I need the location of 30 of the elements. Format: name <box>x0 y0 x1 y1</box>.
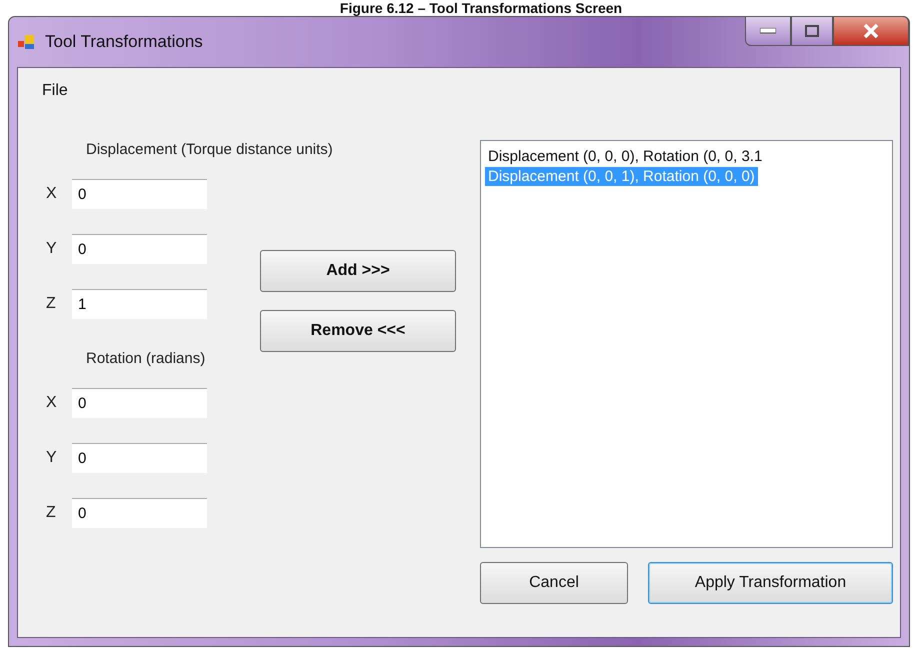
field-label: Z <box>46 294 57 313</box>
add-button[interactable]: Add >>> <box>260 250 456 292</box>
input-field[interactable]: 0 <box>72 178 207 209</box>
transformation-list[interactable]: Displacement (0, 0, 0), Rotation (0, 0, 3.1 Displacement (0, 0, 1), Rotation (0, 0, 0) <box>480 140 893 548</box>
menu-item[interactable]: File <box>36 80 74 102</box>
close-icon <box>862 23 880 39</box>
remove-button[interactable]: Remove <<< <box>260 310 456 352</box>
input-field[interactable]: 0 <box>72 443 207 473</box>
maximize-button[interactable] <box>791 16 833 46</box>
list-item[interactable]: Displacement (0, 0, 0), Rotation (0, 0, 3.1 <box>485 147 766 166</box>
section-heading: Rotation (radians) <box>86 349 206 370</box>
input-field[interactable]: 0 <box>72 498 207 528</box>
app-icon <box>17 33 35 51</box>
minimize-button[interactable] <box>745 16 791 46</box>
field-label: X <box>46 394 58 412</box>
minimize-icon <box>760 28 776 34</box>
input-field[interactable]: 0 <box>72 234 207 264</box>
window-title: Tool Transformations <box>45 32 203 52</box>
close-button[interactable] <box>833 16 909 46</box>
field-label: X <box>46 184 58 203</box>
figure-caption: Figure 6.12 – Tool Transformations Screen <box>338 0 624 16</box>
field-label: Y <box>46 240 58 258</box>
section-heading: Displacement (Torque distance units) <box>86 140 333 160</box>
field-label: Z <box>46 504 57 522</box>
input-field[interactable]: 1 <box>72 288 207 319</box>
cancel-button[interactable]: Cancel <box>480 562 628 604</box>
input-field[interactable]: 0 <box>72 388 207 418</box>
maximize-icon <box>805 25 819 37</box>
field-label: Y <box>46 449 58 467</box>
apply-button[interactable]: Apply Transformation <box>648 562 893 604</box>
